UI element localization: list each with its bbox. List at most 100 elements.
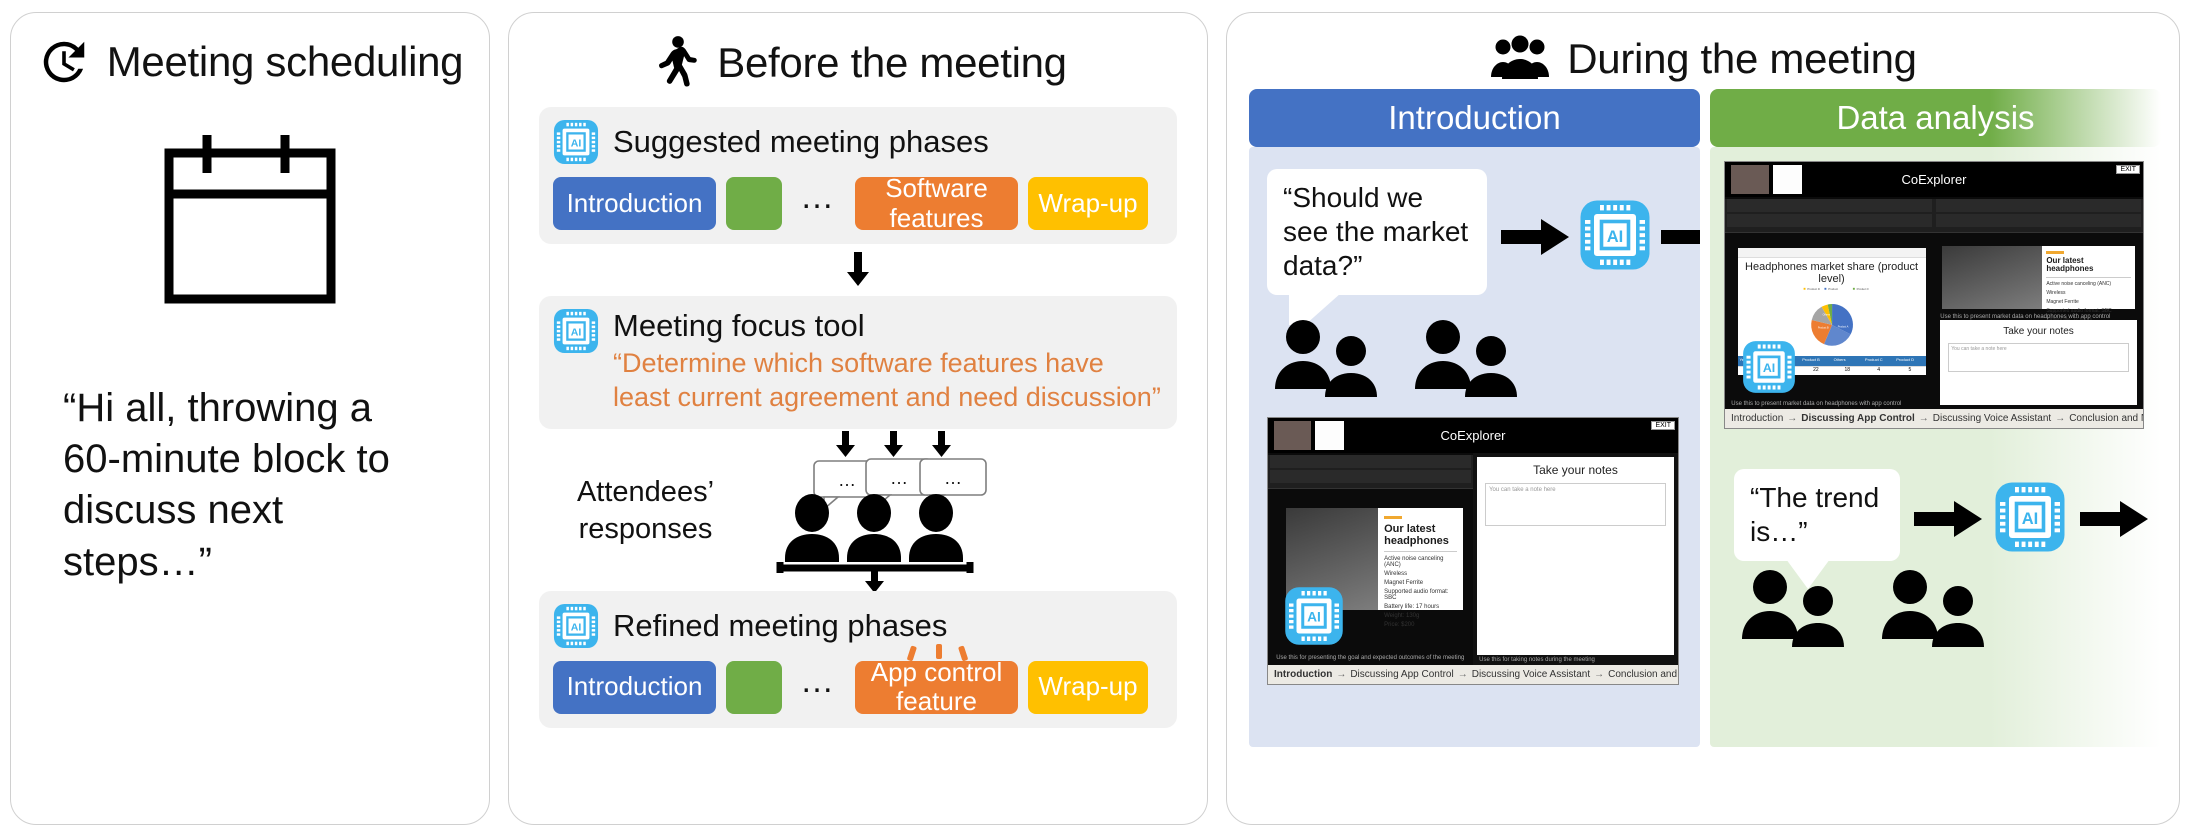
- person-icon: [785, 493, 839, 562]
- svg-text:…: …: [944, 468, 962, 488]
- notes-surface[interactable]: Take your notes You can take a note here: [1940, 320, 2137, 406]
- phase-pill-introduction[interactable]: Introduction: [553, 660, 716, 714]
- two-people-icon: [1882, 570, 1984, 647]
- phase-item: Discussing Voice Assistant: [1932, 413, 2052, 425]
- slide-text: Our latest headphones Active noise cance…: [1378, 508, 1463, 628]
- panel-2-header: Before the meeting: [509, 13, 1207, 91]
- screenshot-panes: Headphones market share (product level) …: [1725, 196, 2143, 410]
- history-clock-icon: [43, 41, 84, 83]
- ribbon-row: [1727, 198, 1932, 212]
- svg-text:…: …: [890, 468, 908, 488]
- presentation-pane: Our latest headphones Active noise cance…: [1268, 452, 1473, 666]
- table-cell: 5: [1908, 367, 1912, 374]
- office-ribbon: [1725, 198, 1934, 233]
- phase-sep: →: [1336, 669, 1347, 681]
- person-icon: [847, 493, 901, 562]
- ai-chip-icon: AI: [1742, 341, 1795, 394]
- pane-caption: Use this to present market data on headp…: [1940, 313, 2111, 320]
- slide-bullet: Active noise canceling (ANC): [1384, 556, 1444, 569]
- office-ribbon: [1268, 454, 1473, 489]
- panel-before-the-meeting: Before the meeting AI Suggested meeting …: [508, 12, 1208, 825]
- pane-caption: Use this for presenting the goal and exp…: [1276, 655, 1465, 662]
- slide-bullet: Battery life: 17 hours: [1384, 604, 1440, 611]
- phase-pill-unlabeled[interactable]: [726, 660, 782, 714]
- attendees-label: Attendees’ responses: [576, 476, 715, 545]
- column-body-data-analysis: CoExplorer EXIT Headphones market share …: [1710, 147, 2161, 747]
- attendees-responses-block: Attendees’ responses … … …: [539, 430, 1177, 591]
- notes-textarea[interactable]: You can take a note here: [1948, 343, 2129, 372]
- ai-chip-icon: AI: [553, 308, 599, 354]
- svg-text:AI: AI: [1763, 362, 1775, 376]
- notes-pane: Take your notes You can take a note here…: [1473, 452, 1678, 666]
- phase-sep: →: [2055, 413, 2066, 425]
- panel-2-body: AI Suggested meeting phases Introduction…: [509, 91, 1207, 728]
- arrow-right-icon: [1914, 501, 1982, 537]
- spreadsheet-pane: Headphones market share (product level) …: [1725, 196, 1934, 410]
- phase-item: Introduction: [1731, 413, 1784, 425]
- ai-chip-icon: AI: [553, 603, 599, 648]
- ai-chip-icon: AI: [1580, 200, 1650, 270]
- svg-text:Product B: Product B: [1817, 326, 1828, 329]
- ribbon-row: [1270, 469, 1471, 484]
- suggested-phases-card: AI Suggested meeting phases Introduction…: [539, 107, 1177, 244]
- office-ribbon: [1934, 198, 2143, 233]
- ai-chip-icon: AI: [1995, 482, 2065, 552]
- attendee-group-row: [1271, 317, 1533, 397]
- slide-text: Our latest headphones Active noise cance…: [2042, 246, 2134, 332]
- ribbon-row: [1936, 198, 2141, 212]
- meeting-screenshot-introduction[interactable]: CoExplorer EXIT Our latest headphones Ac…: [1267, 417, 1679, 685]
- phase-pill-app-control-wrap: App control feature: [855, 643, 1018, 716]
- phase-pill-introduction[interactable]: Introduction: [553, 177, 716, 230]
- svg-text:AI: AI: [571, 621, 582, 633]
- phase-active: Introduction: [1274, 669, 1333, 681]
- meeting-focus-tool-card: AI Meeting focus tool “Determine which s…: [539, 296, 1177, 429]
- screenshot-app-title: CoExplorer: [1901, 171, 1967, 187]
- suggested-phases-header: AI Suggested meeting phases: [553, 119, 1163, 165]
- phase-pill-wrap-up[interactable]: Wrap-up: [1028, 177, 1148, 230]
- refined-phase-pills: Introduction … App control feature Wrap-…: [553, 643, 1163, 716]
- slide-bullet: Magnet Ferrite: [1384, 580, 1424, 587]
- screenshot-topbar: CoExplorer EXIT: [1725, 162, 2143, 197]
- notes-title: Take your notes: [2003, 326, 2074, 337]
- slide-and-notes-pane: Our latest headphones Active noise cance…: [1934, 196, 2143, 410]
- phase-sep: →: [1787, 413, 1798, 425]
- notes-textarea[interactable]: You can take a note here: [1485, 482, 1666, 527]
- attendees-responses-diagram: … … …: [776, 430, 987, 591]
- table-col: Others: [1833, 357, 1846, 363]
- phase-ellipsis: …: [800, 178, 837, 216]
- phase-sep: →: [1457, 669, 1468, 681]
- exit-button[interactable]: EXIT: [1651, 421, 1675, 430]
- ribbon-row: [1727, 213, 1932, 228]
- exit-button[interactable]: EXIT: [2116, 165, 2140, 174]
- refined-phases-card: AI Refined meeting phases Introduction ……: [539, 590, 1177, 728]
- phase-pill-app-control-feature[interactable]: App control feature: [855, 657, 1018, 716]
- notes-placeholder: You can take a note here: [1951, 346, 2007, 352]
- meeting-screenshot-data-analysis[interactable]: CoExplorer EXIT Headphones market share …: [1724, 161, 2144, 429]
- ribbon-row: [1936, 213, 2141, 228]
- notes-surface[interactable]: Take your notes You can take a note here: [1477, 456, 1674, 655]
- infographic-root: Meeting scheduling “Hi all, throwing a 6…: [0, 0, 2190, 837]
- slide-bullet: Active noise canceling (ANC): [2046, 281, 2112, 288]
- two-people-icon: [1415, 320, 1517, 397]
- ribbon-row: [1270, 454, 1471, 468]
- phase-pill-unlabeled[interactable]: [726, 177, 782, 230]
- svg-text:AI: AI: [571, 137, 582, 149]
- svg-text:Product A: Product A: [1837, 326, 1848, 329]
- slide-title: Our latest headphones: [2046, 255, 2094, 274]
- svg-text:Product F: Product F: [1856, 287, 1869, 291]
- slide-bullet: Wireless: [1384, 571, 1408, 578]
- attendee-group-row: [1738, 567, 2000, 647]
- phase-item: Conclusion and Next Steps: [2069, 413, 2143, 425]
- svg-text:Product: Product: [1828, 287, 1838, 291]
- table-cell: 22: [1813, 367, 1819, 374]
- panel-3-title: During the meeting: [1567, 35, 1917, 82]
- during-meeting-columns: Introduction “Should we see the market d…: [1227, 83, 2179, 747]
- phase-pill-wrap-up[interactable]: Wrap-up: [1028, 660, 1148, 714]
- table-col: Product C: [1864, 357, 1883, 363]
- panel-1-title: Meeting scheduling: [106, 38, 464, 85]
- column-data-analysis: Data analysis CoExplorer EXIT Headphones…: [1710, 89, 2161, 747]
- sparkle-highlight-icon: [907, 643, 968, 661]
- phase-pill-software-features[interactable]: Software features: [855, 174, 1018, 232]
- table-col: Product D: [1896, 357, 1915, 363]
- svg-text:…: …: [838, 470, 856, 490]
